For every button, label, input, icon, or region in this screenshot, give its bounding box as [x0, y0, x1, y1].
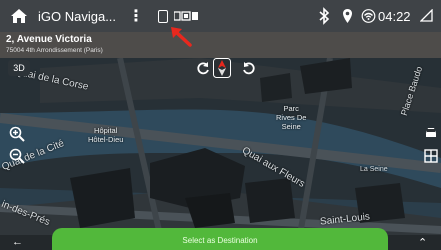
signal-icon: [420, 9, 433, 22]
clock: 04:22: [378, 9, 411, 24]
location-icon: [343, 9, 352, 23]
zoom-in-icon[interactable]: [9, 126, 25, 142]
zoom-out-icon[interactable]: [9, 148, 25, 164]
select-as-destination-button[interactable]: Select as Destination: [52, 228, 388, 250]
map-view[interactable]: Quai de la Corse Quai de la Cité Quai au…: [0, 58, 441, 235]
status-bar: iGO Naviga... ⋮ 04:22: [0, 0, 441, 32]
annotation-arrow-icon: [171, 27, 192, 47]
view-mode-3d-button[interactable]: 3D: [8, 60, 30, 76]
rotate-right-icon[interactable]: [241, 60, 257, 76]
poi-parc-rives-de-seine[interactable]: Parc Rives De Seine: [276, 104, 306, 131]
back-arrow-icon[interactable]: ←: [12, 236, 23, 248]
more-options-icon[interactable]: ⋮: [128, 6, 144, 26]
home-icon[interactable]: [10, 8, 28, 24]
bluetooth-icon: [319, 7, 330, 25]
wifi-icon: [361, 9, 376, 23]
car-view-icon[interactable]: [424, 124, 438, 140]
address-bar[interactable]: 2, Avenue Victoria 75004 4th Arrondissem…: [0, 32, 441, 58]
expand-up-icon[interactable]: ⌃: [418, 236, 427, 249]
street-address: 2, Avenue Victoria: [6, 34, 92, 45]
river-label-seine: La Seine: [360, 166, 388, 173]
rotate-left-icon[interactable]: [195, 60, 211, 76]
notification-icons: [174, 11, 198, 21]
grid-menu-icon[interactable]: [424, 148, 438, 164]
compass-icon[interactable]: [213, 58, 231, 78]
app-title[interactable]: iGO Naviga...: [38, 9, 116, 24]
notification-icon[interactable]: [158, 10, 168, 23]
address-subtitle: 75004 4th Arrondissement (Paris): [6, 47, 103, 54]
poi-hopital-hotel-dieu[interactable]: Hôpital Hôtel-Dieu: [88, 126, 123, 144]
